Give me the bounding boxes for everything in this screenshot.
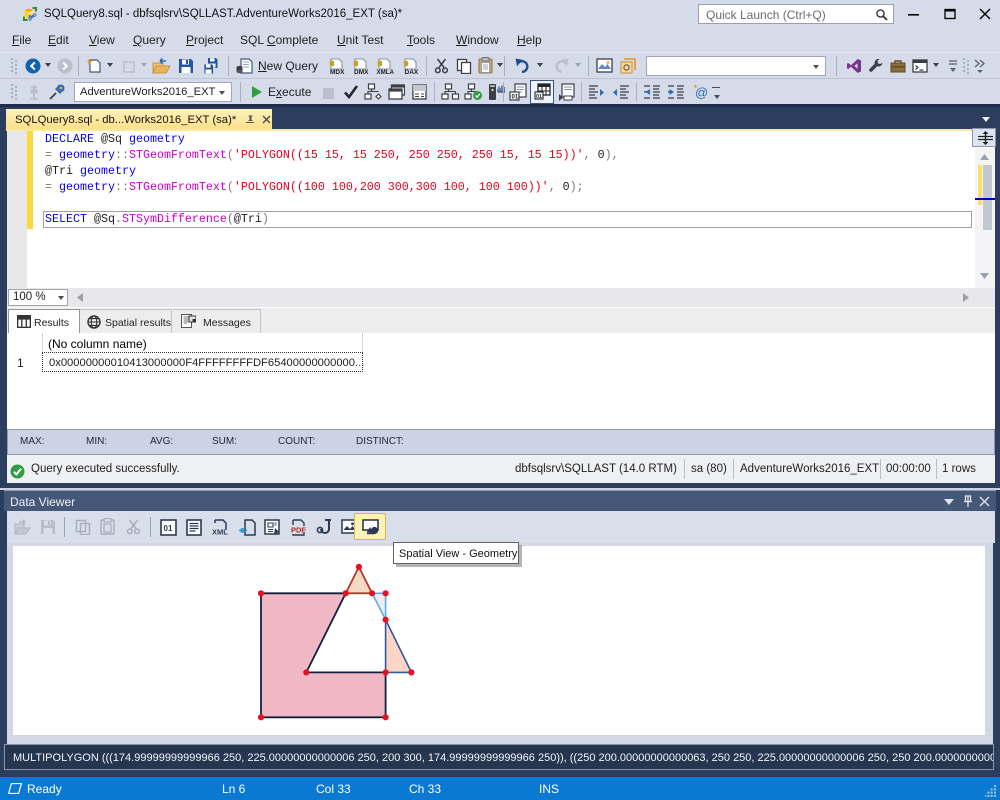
- svg-text:01: 01: [164, 524, 173, 533]
- svg-text:XMLA: XMLA: [377, 69, 395, 75]
- svg-text:01: 01: [512, 95, 519, 101]
- svg-text:DAX: DAX: [405, 69, 419, 75]
- svg-text:PDF: PDF: [291, 526, 306, 535]
- svg-text:MDX: MDX: [330, 69, 345, 75]
- svg-text:@: @: [695, 85, 708, 100]
- svg-text:XML: XML: [212, 528, 228, 537]
- svg-text:01: 01: [536, 94, 542, 100]
- svg-text:DMX: DMX: [354, 69, 369, 75]
